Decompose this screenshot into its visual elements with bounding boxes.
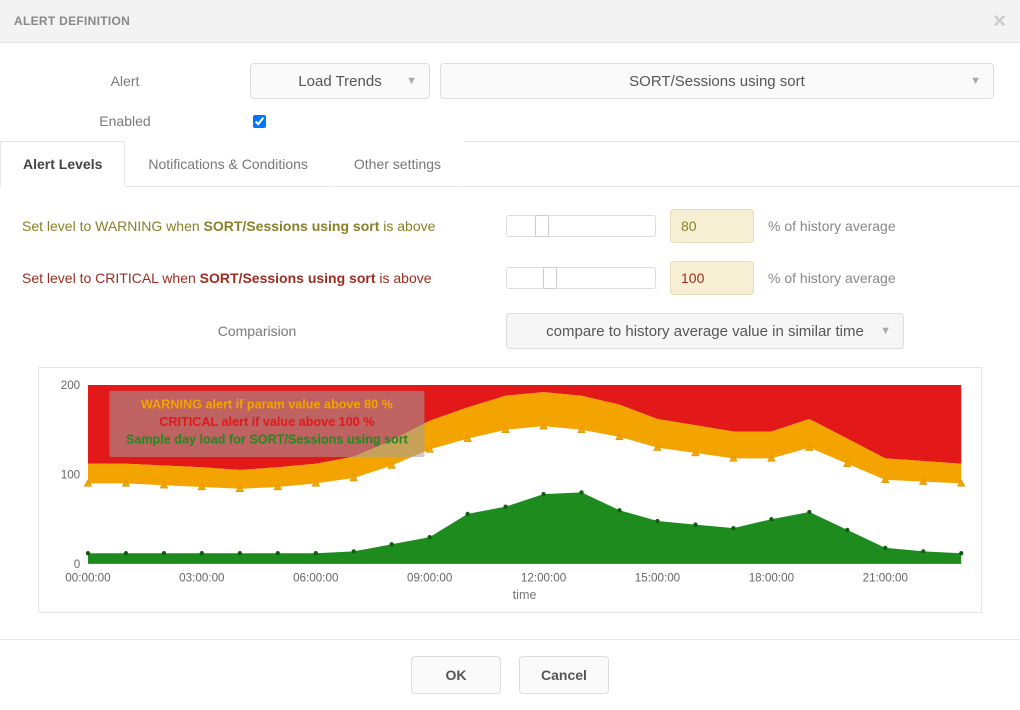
sample-marker [86, 551, 90, 555]
sample-marker [921, 549, 925, 553]
sample-marker [162, 551, 166, 555]
alert-metric-value: SORT/Sessions using sort [629, 73, 805, 90]
warning-row: Set level to WARNING when SORT/Sessions … [22, 209, 998, 243]
x-tick-label: 12:00:00 [521, 571, 567, 584]
sample-area [88, 492, 961, 564]
sample-marker [352, 549, 356, 553]
alert-chart: 0 100 200 00:00:00 03:00:00 06:00:00 09:00:00 1… [51, 376, 969, 606]
critical-value-input[interactable]: 100 [670, 261, 754, 295]
x-axis-label: time [513, 588, 537, 602]
tabs: Alert Levels Notifications & Conditions … [0, 141, 1020, 187]
sample-marker [390, 542, 394, 546]
y-tick-label: 200 [61, 379, 81, 392]
sample-marker [238, 551, 242, 555]
form-area: Alert Load Trends ▼ SORT/Sessions using … [0, 43, 1020, 142]
comparison-label: Comparision [22, 323, 492, 339]
tab-other-settings[interactable]: Other settings [331, 141, 464, 187]
sample-marker [541, 492, 545, 496]
warning-unit: % of history average [768, 218, 896, 234]
comparison-value: compare to history average value in simi… [546, 323, 864, 340]
dialog-header: ALERT DEFINITION × [0, 0, 1020, 43]
sample-marker [807, 510, 811, 514]
y-tick-label: 0 [74, 558, 81, 571]
sample-marker [503, 505, 507, 509]
x-tick-label: 21:00:00 [863, 571, 909, 584]
warning-slider[interactable] [506, 215, 656, 237]
sample-marker [693, 522, 697, 526]
alert-levels-panel: Set level to WARNING when SORT/Sessions … [0, 187, 1020, 639]
alert-category-value: Load Trends [298, 73, 381, 90]
x-tick-label: 18:00:00 [749, 571, 795, 584]
alert-category-select[interactable]: Load Trends ▼ [250, 63, 430, 99]
critical-label: Set level to CRITICAL when SORT/Sessions… [22, 270, 492, 286]
sample-marker [314, 551, 318, 555]
chart-container: 0 100 200 00:00:00 03:00:00 06:00:00 09:00:00 1… [38, 367, 982, 613]
x-tick-label: 06:00:00 [293, 571, 339, 584]
alert-definition-dialog: ALERT DEFINITION × Alert Load Trends ▼ S… [0, 0, 1020, 710]
slider-thumb[interactable] [543, 267, 557, 289]
sample-marker [731, 526, 735, 530]
x-tick-label: 15:00:00 [635, 571, 681, 584]
enabled-checkbox[interactable] [253, 115, 266, 128]
critical-slider[interactable] [506, 267, 656, 289]
legend-entry: CRITICAL alert if value above 100 % [159, 415, 374, 429]
critical-unit: % of history average [768, 270, 896, 286]
sample-marker [845, 528, 849, 532]
comparison-row: Comparision compare to history average v… [22, 313, 998, 349]
chevron-down-icon: ▼ [406, 75, 417, 87]
x-tick-label: 00:00:00 [65, 571, 111, 584]
ok-button[interactable]: OK [411, 656, 501, 694]
y-tick-label: 100 [61, 468, 81, 481]
sample-marker [465, 512, 469, 516]
sample-marker [883, 546, 887, 550]
alert-label: Alert [0, 73, 250, 89]
sample-marker [200, 551, 204, 555]
chevron-down-icon: ▼ [880, 325, 891, 337]
sample-marker [959, 551, 963, 555]
sample-marker [428, 535, 432, 539]
slider-thumb[interactable] [535, 215, 549, 237]
sample-marker [769, 517, 773, 521]
sample-marker [276, 551, 280, 555]
tab-notifications[interactable]: Notifications & Conditions [125, 141, 331, 187]
tab-alert-levels[interactable]: Alert Levels [0, 141, 125, 187]
enabled-label: Enabled [0, 113, 250, 129]
alert-metric-select[interactable]: SORT/Sessions using sort ▼ [440, 63, 994, 99]
legend-entry: Sample day load for SORT/Sessions using … [126, 432, 409, 446]
cancel-button[interactable]: Cancel [519, 656, 609, 694]
sample-marker [124, 551, 128, 555]
warning-value-input[interactable]: 80 [670, 209, 754, 243]
comparison-select[interactable]: compare to history average value in simi… [506, 313, 904, 349]
x-tick-label: 03:00:00 [179, 571, 225, 584]
critical-row: Set level to CRITICAL when SORT/Sessions… [22, 261, 998, 295]
dialog-footer: OK Cancel [0, 639, 1020, 710]
dialog-title: ALERT DEFINITION [14, 14, 130, 28]
close-icon[interactable]: × [993, 8, 1006, 34]
sample-marker [579, 490, 583, 494]
chevron-down-icon: ▼ [970, 75, 981, 87]
x-tick-label: 09:00:00 [407, 571, 453, 584]
sample-marker [617, 508, 621, 512]
tab-spacer [464, 141, 1020, 187]
legend-entry: WARNING alert if param value above 80 % [141, 397, 393, 411]
sample-marker [655, 519, 659, 523]
warning-label: Set level to WARNING when SORT/Sessions … [22, 218, 492, 234]
